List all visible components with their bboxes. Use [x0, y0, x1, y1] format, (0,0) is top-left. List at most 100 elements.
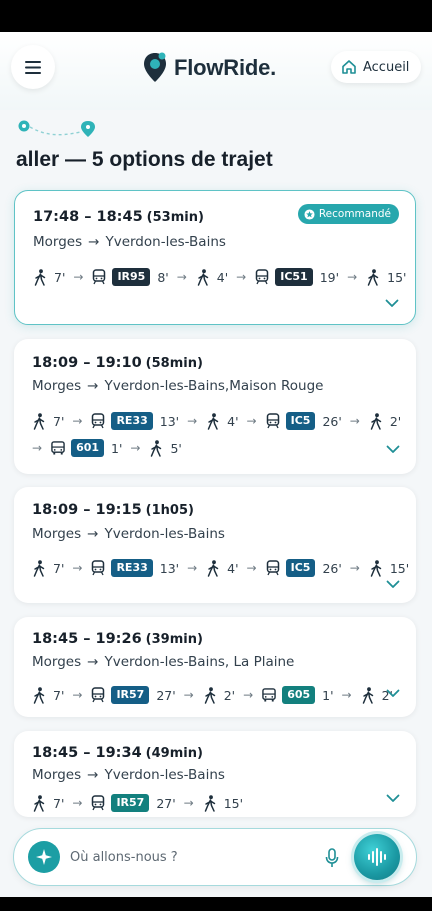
line-badge: RE33 [111, 412, 153, 430]
trip-route: Morges → Yverdon-les-Bains [33, 234, 226, 250]
walk-icon [369, 412, 383, 430]
assistant-bar [13, 828, 417, 886]
bus-icon [51, 439, 65, 457]
walk-icon [203, 794, 217, 812]
sound-wave-icon [368, 848, 386, 866]
leg-duration: 7' [53, 795, 65, 811]
train-icon [91, 559, 105, 577]
trip-route: Morges → Yverdon-les-Bains [32, 767, 225, 783]
trip-route: Morges → Yverdon-les-Bains [32, 526, 225, 542]
route-decoration-icon [18, 120, 95, 137]
hamburger-icon [25, 60, 41, 74]
trip-card[interactable]: 18:09 – 19:15 (1h05) Morges → Yverdon-les-Ba… [14, 487, 416, 603]
trip-card[interactable]: 17:48 – 18:45 (53min) Morges → Yverdon-les-B… [14, 190, 416, 325]
arrow-right-icon: → [349, 414, 360, 428]
walk-icon [369, 559, 383, 577]
trip-card[interactable]: 18:45 – 19:26 (39min) Morges → Yverdon-les-B… [14, 617, 416, 717]
logo-pin-icon [144, 52, 166, 82]
trip-card[interactable]: 18:09 – 19:10 (58min) Morges → Yverdon-les-B… [14, 339, 416, 474]
trip-destination: Yverdon-les-Bains,Maison Rouge [104, 378, 324, 394]
leg-duration: 4' [216, 269, 229, 285]
trip-time: 18:45 – 19:34 (49min) [32, 745, 203, 761]
trip-origin: Morges [32, 767, 82, 783]
trip-duration: (49min) [145, 746, 203, 761]
train-icon [91, 794, 105, 812]
trip-duration: (53min) [146, 210, 204, 225]
trip-legs: 7' → IR57 27' → 2' → 605 1' → 2' [32, 684, 401, 706]
home-button[interactable]: Accueil [331, 51, 421, 83]
walk-icon [196, 268, 210, 286]
trip-origin: Morges [32, 378, 82, 394]
arrow-right-icon: → [72, 414, 83, 428]
trip-route: Morges → Yverdon-les-Bains,Maison Rouge [32, 378, 324, 394]
trip-duration: (1h05) [145, 503, 194, 518]
leg-duration: 19' [319, 269, 340, 285]
arrow-right-icon: → [87, 526, 99, 542]
leg-duration: 8' [157, 269, 169, 285]
leg-duration: 4' [227, 413, 239, 429]
leg-duration: 15' [387, 269, 407, 285]
trip-time-range: 18:45 – 19:34 [32, 745, 142, 761]
leg-duration: 5' [170, 440, 182, 456]
ai-assistant-button[interactable] [28, 841, 60, 873]
trip-destination: Yverdon-les-Bains [105, 234, 226, 250]
leg-duration: 13' [159, 560, 180, 576]
menu-button[interactable] [11, 45, 55, 89]
page-title: aller — 5 options de trajet [16, 148, 273, 171]
chevron-down-icon[interactable] [386, 580, 400, 589]
leg-duration: 15' [223, 795, 244, 811]
walk-icon [203, 686, 217, 704]
leg-duration: 26' [322, 560, 342, 576]
trip-destination: Yverdon-les-Bains [104, 767, 225, 783]
trip-legs: 7' → RE33 13' → 4' → IC5 26' → 15' [32, 557, 417, 579]
train-icon [255, 268, 269, 286]
walk-icon [366, 268, 380, 286]
home-icon [342, 60, 356, 74]
trip-time-range: 18:09 – 19:10 [32, 355, 142, 371]
chevron-down-icon[interactable] [385, 299, 399, 308]
bus-icon [262, 686, 276, 704]
voice-mode-button[interactable] [354, 834, 400, 880]
microphone-button[interactable] [322, 847, 342, 869]
walk-icon [206, 412, 220, 430]
chevron-down-icon[interactable] [386, 445, 400, 454]
arrow-right-icon: → [236, 270, 247, 284]
trip-time: 18:09 – 19:15 (1h05) [32, 502, 194, 518]
leg-duration: 2' [223, 687, 236, 703]
arrow-right-icon: → [246, 414, 257, 428]
chevron-down-icon[interactable] [386, 794, 400, 803]
arrow-right-icon: → [246, 561, 257, 575]
home-label: Accueil [363, 59, 410, 75]
trip-card[interactable]: 18:45 – 19:34 (49min) Morges → Yverdon-les-B… [14, 731, 416, 817]
brand-name: FlowRide. [174, 55, 277, 80]
train-icon [91, 412, 105, 430]
trip-time: 18:45 – 19:26 (39min) [32, 631, 203, 647]
arrow-right-icon: → [347, 270, 358, 284]
walk-icon [149, 439, 163, 457]
trip-legs: 7' → RE33 13' → 4' → IC5 26' → 2' [32, 410, 409, 432]
walk-icon [206, 559, 220, 577]
leg-duration: 7' [53, 687, 65, 703]
microphone-icon [325, 848, 339, 867]
trip-time-range: 18:45 – 19:26 [32, 631, 142, 647]
arrow-right-icon: → [87, 654, 99, 670]
line-badge: IC5 [285, 559, 316, 577]
trip-time: 18:09 – 19:10 (58min) [32, 355, 203, 371]
arrow-right-icon: → [187, 561, 198, 575]
arrow-right-icon: → [183, 688, 194, 702]
arrow-right-icon: → [176, 270, 187, 284]
arrow-right-icon: → [72, 688, 83, 702]
brand-logo: FlowRide. [142, 50, 276, 86]
trip-time-range: 17:48 – 18:45 [33, 209, 143, 225]
arrow-right-icon: → [130, 441, 141, 455]
line-badge: IC5 [285, 412, 316, 430]
trip-duration: (39min) [145, 632, 203, 647]
train-icon [266, 559, 280, 577]
leg-duration: 1' [111, 440, 123, 456]
arrow-right-icon: → [32, 441, 43, 455]
leg-duration: 13' [159, 413, 180, 429]
destination-search-input[interactable] [70, 845, 290, 869]
arrow-right-icon: → [183, 796, 194, 810]
arrow-right-icon: → [87, 378, 99, 394]
chevron-down-icon[interactable] [386, 689, 400, 698]
